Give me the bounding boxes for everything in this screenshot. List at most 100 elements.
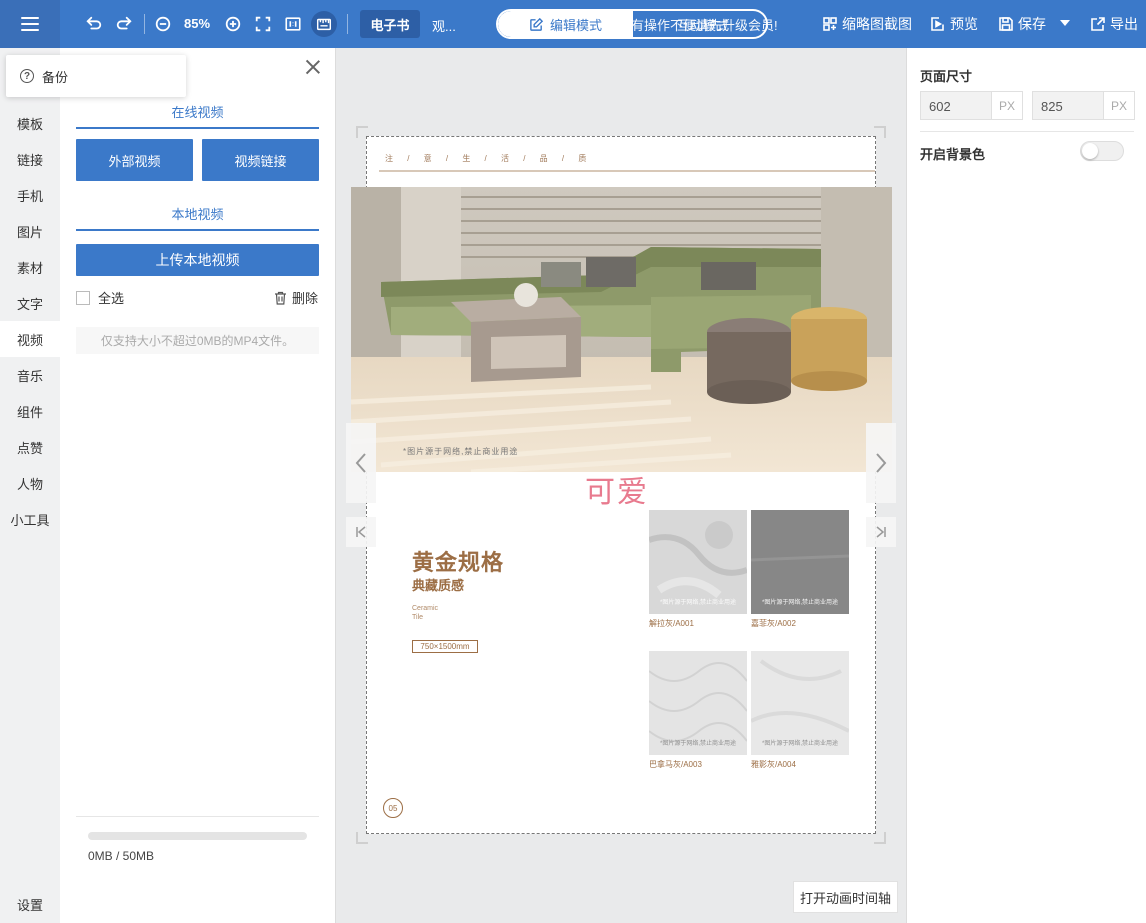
cute-sticker-text[interactable]: 可爱 — [585, 467, 649, 511]
online-video-title: 在线视频 — [171, 105, 224, 120]
save-dropdown-icon[interactable] — [1060, 20, 1070, 26]
save-icon — [999, 17, 1013, 31]
page-size-title: 页面尺寸 — [920, 69, 973, 84]
english-subtitle[interactable]: Ceramic Tile — [412, 604, 438, 622]
english-line-2: Tile — [412, 614, 424, 621]
select-all-checkbox[interactable] — [76, 290, 90, 305]
english-line-1: Ceramic — [412, 605, 439, 612]
toggle-knob — [1082, 143, 1098, 159]
page-height-input[interactable]: 825 PX — [1032, 91, 1135, 120]
upgrade-marquee: 有操作不便请先升级会员! — [631, 18, 778, 33]
tile-label-2: 嘉菲灰/A002 — [751, 619, 796, 628]
export-label: 导出 — [1110, 16, 1138, 32]
screenshot-icon — [823, 17, 837, 31]
save-button[interactable]: 保存 — [998, 14, 1046, 34]
nav-item-material[interactable]: 素材 — [0, 249, 60, 285]
redo-icon[interactable] — [112, 12, 136, 36]
undo-icon[interactable] — [82, 12, 106, 36]
toolbar-divider — [144, 14, 145, 34]
last-page-button[interactable] — [866, 517, 896, 547]
nav-item-image[interactable]: 图片 — [0, 213, 60, 249]
toolbar-divider — [347, 14, 348, 34]
section-divider — [76, 127, 319, 129]
page-height-value: 825 — [1041, 99, 1063, 114]
book-page[interactable]: 注 / 意 / 生 / 活 / 品 / 质 *图片源于网络,禁止商业用途 可爱 … — [351, 136, 892, 834]
tile-image-1[interactable]: *图片源于网络,禁止商业用途 — [649, 510, 747, 614]
background-color-label: 开启背景色 — [920, 147, 986, 162]
tile-image-2[interactable]: *图片源于网络,禁止商业用途 — [751, 510, 849, 614]
nav-item-link[interactable]: 链接 — [0, 141, 60, 177]
preview-icon — [931, 17, 944, 31]
prev-page-button[interactable] — [346, 423, 376, 503]
thumbnail-label: 缩略图截图 — [842, 16, 912, 32]
background-color-toggle[interactable] — [1080, 141, 1124, 161]
chevron-left-icon — [355, 453, 366, 473]
upload-local-video-button[interactable]: 上传本地视频 — [76, 244, 319, 276]
next-page-button[interactable] — [866, 423, 896, 503]
spec-subtitle[interactable]: 典藏质感 — [412, 575, 464, 594]
tile-image-3[interactable]: *图片源于网络,禁止商业用途 — [649, 651, 747, 755]
nav-item-mobile[interactable]: 手机 — [0, 177, 60, 213]
close-icon[interactable] — [304, 58, 322, 76]
storage-progress — [88, 832, 307, 840]
zoom-out-icon[interactable] — [151, 12, 175, 36]
page-width-input[interactable]: 602 PX — [920, 91, 1023, 120]
nav-item-person[interactable]: 人物 — [0, 465, 60, 501]
backup-label: 备份 — [42, 69, 69, 85]
select-all[interactable]: 全选 — [76, 288, 124, 307]
height-unit: PX — [1103, 92, 1134, 119]
nav-item-component[interactable]: 组件 — [0, 393, 60, 429]
external-video-button[interactable]: 外部视频 — [76, 139, 193, 181]
preview-button[interactable]: 预览 — [930, 14, 978, 34]
canvas-area: 注 / 意 / 生 / 活 / 品 / 质 *图片源于网络,禁止商业用途 可爱 … — [336, 48, 906, 923]
help-icon: ? — [20, 69, 34, 83]
tile-caption: *图片源于网络,禁止商业用途 — [659, 741, 736, 747]
tab-ebook[interactable]: 电子书 — [360, 10, 420, 38]
left-nav: 模板 链接 手机 图片 素材 文字 视频 音乐 组件 点赞 人物 小工具 设置 — [0, 48, 60, 923]
tile-caption: *图片源于网络,禁止商业用途 — [761, 600, 838, 606]
properties-divider — [920, 131, 1134, 132]
nav-item-tools[interactable]: 小工具 — [0, 501, 60, 537]
open-timeline-button[interactable]: 打开动画时间轴 — [793, 881, 898, 913]
panel-divider — [76, 816, 319, 817]
delete-button[interactable]: 删除 — [274, 288, 318, 307]
spec-title[interactable]: 黄金规格 — [412, 545, 504, 577]
thumbnail-button[interactable]: 缩略图截图 — [822, 14, 912, 34]
video-panel: 在线视频 外部视频 视频链接 本地视频 上传本地视频 全选 删除 仅支持大小不超… — [60, 48, 336, 923]
page-header-text: 注 / 意 / 生 / 活 / 品 / 质 — [385, 154, 593, 163]
nav-item-video[interactable]: 视频 — [0, 321, 60, 357]
export-icon — [1091, 17, 1105, 31]
nav-item-template[interactable]: 模板 — [0, 105, 60, 141]
backup-button[interactable]: ? 备份 — [6, 55, 186, 97]
size-badge[interactable]: 750×1500mm — [412, 640, 478, 653]
fullscreen-icon[interactable] — [251, 12, 275, 36]
preview-label: 预览 — [950, 16, 978, 32]
zoom-level: 85% — [184, 16, 211, 31]
page-number: 05 — [383, 798, 403, 818]
local-video-title: 本地视频 — [171, 207, 224, 222]
nav-item-text[interactable]: 文字 — [0, 285, 60, 321]
video-link-button[interactable]: 视频链接 — [202, 139, 319, 181]
export-button[interactable]: 导出 — [1090, 14, 1138, 34]
living-room-photo[interactable] — [351, 187, 892, 472]
first-page-button[interactable] — [346, 517, 376, 547]
edit-mode-button[interactable]: 编辑模式 — [498, 11, 633, 37]
tile-label-1: 解拉灰/A001 — [649, 619, 694, 628]
tile-image-4[interactable]: *图片源于网络,禁止商业用途 — [751, 651, 849, 755]
trash-icon — [275, 291, 286, 305]
page-header-line — [379, 170, 875, 172]
nav-item-like[interactable]: 点赞 — [0, 429, 60, 465]
ruler-icon[interactable] — [311, 11, 337, 37]
zoom-in-icon[interactable] — [221, 12, 245, 36]
actual-size-icon[interactable] — [281, 12, 305, 36]
menu-button[interactable] — [0, 0, 60, 48]
last-page-icon — [876, 526, 886, 538]
section-divider — [76, 229, 319, 231]
select-all-label: 全选 — [98, 291, 125, 306]
nav-item-music[interactable]: 音乐 — [0, 357, 60, 393]
chevron-right-icon — [876, 453, 887, 473]
save-label: 保存 — [1018, 16, 1046, 32]
edit-mode-label: 编辑模式 — [549, 17, 602, 33]
nav-item-settings[interactable]: 设置 — [0, 886, 60, 922]
tab-view[interactable]: 观... — [432, 16, 456, 35]
